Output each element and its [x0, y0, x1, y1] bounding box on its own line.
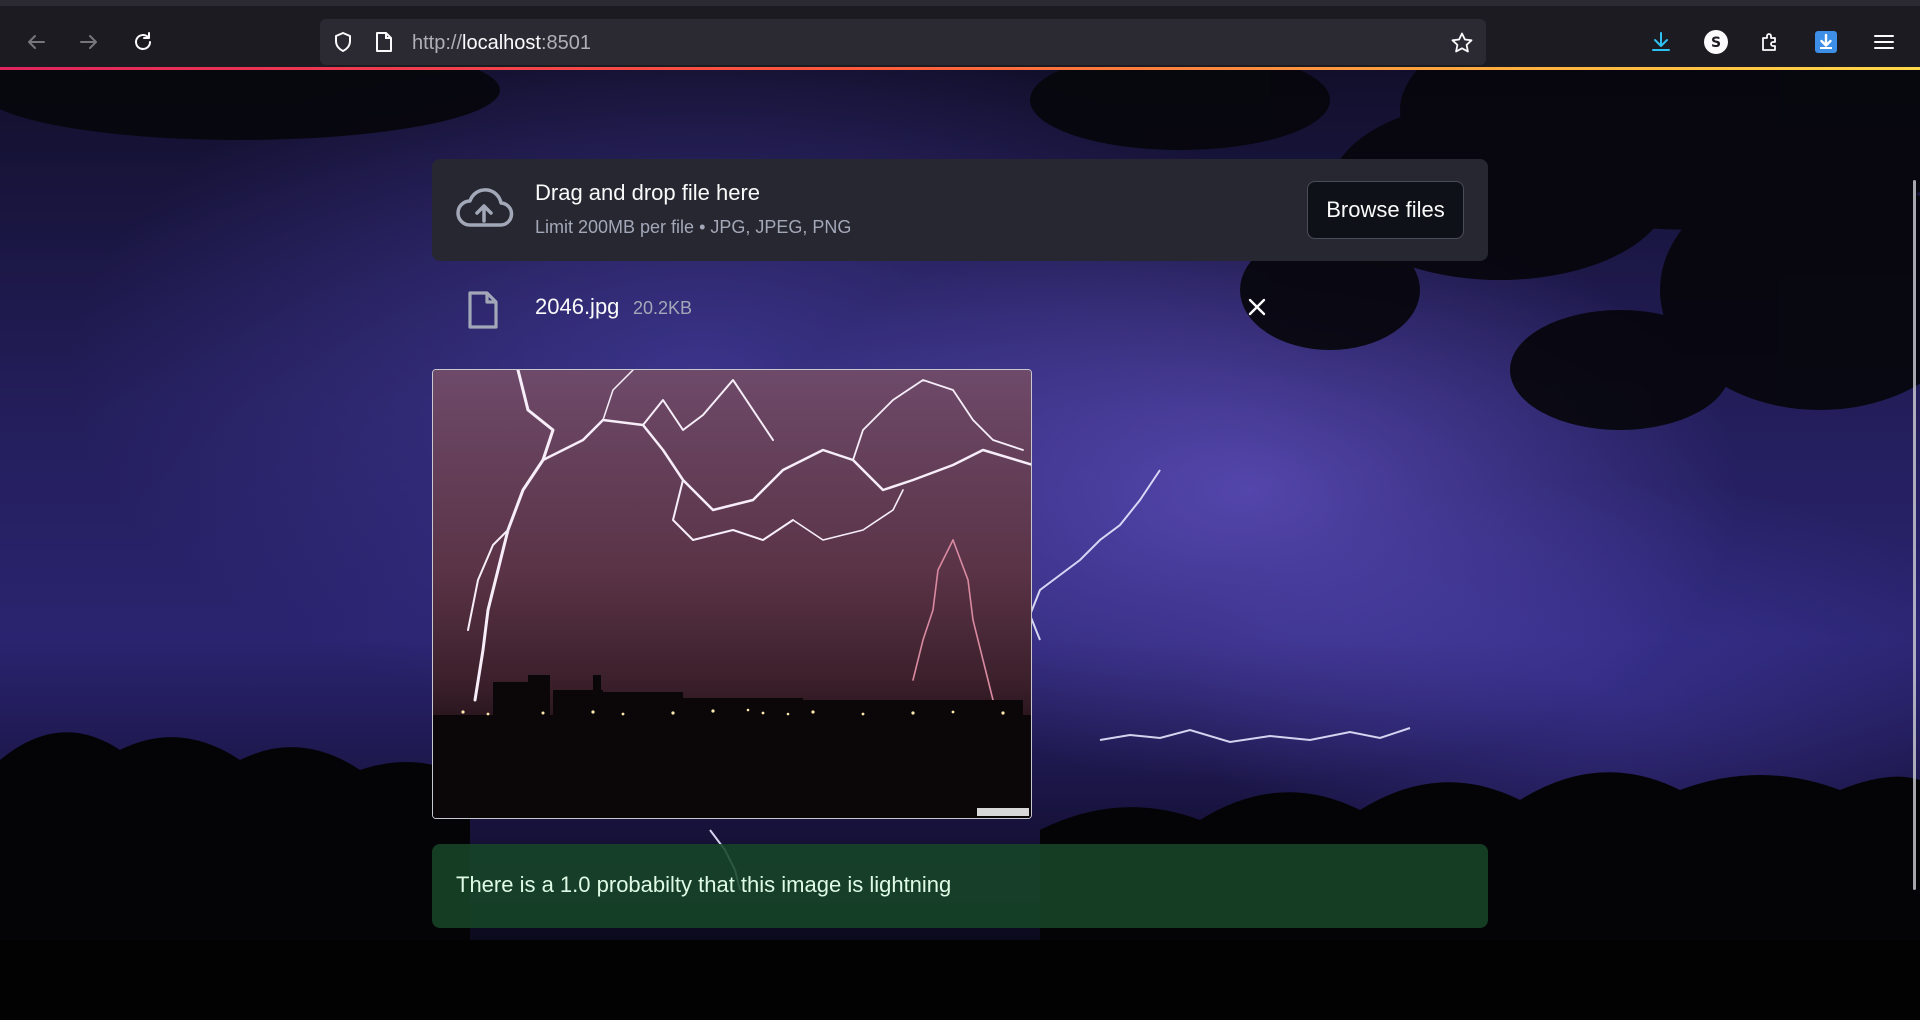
hamburger-menu-icon: [1874, 35, 1894, 49]
url-scheme: http://: [412, 32, 463, 54]
shield-icon[interactable]: [332, 31, 354, 58]
account-avatar-icon: S: [1704, 30, 1728, 54]
url-host: localhost: [462, 32, 541, 54]
prediction-message: There is a 1.0 probabilty that this imag…: [456, 872, 952, 897]
blue-download-icon: [1815, 31, 1837, 53]
file-name: 2046.jpg: [535, 294, 620, 319]
lightning-photo: [433, 370, 1031, 818]
close-icon: [1248, 298, 1266, 316]
download-icon: [1652, 32, 1670, 51]
url-port: :8501: [540, 32, 592, 54]
file-dropzone[interactable]: Drag and drop file here Limit 200MB per …: [432, 159, 1488, 261]
menu-button[interactable]: [1868, 26, 1900, 58]
reload-icon: [135, 32, 151, 50]
uploaded-file-row: 2046.jpg 20.2KB: [432, 282, 1488, 344]
bookmark-star-icon[interactable]: [1450, 31, 1474, 60]
prediction-success-alert: There is a 1.0 probabilty that this imag…: [432, 844, 1488, 928]
reload-button[interactable]: [125, 26, 161, 58]
forward-button[interactable]: [71, 26, 107, 58]
dropzone-title: Drag and drop file here: [535, 180, 761, 205]
url-bar[interactable]: http://localhost:8501: [320, 19, 1486, 65]
cloud-upload-icon: [456, 188, 514, 227]
uploaded-image-preview: [432, 369, 1032, 819]
downloads-button[interactable]: [1645, 26, 1677, 58]
app-page: Drag and drop file here Limit 200MB per …: [0, 70, 1920, 1020]
browser-toolbar: http://localhost:8501 S: [0, 0, 1920, 70]
arrow-right-icon: [80, 35, 97, 49]
browse-files-button[interactable]: Browse files: [1307, 181, 1464, 239]
arrow-left-icon: [28, 35, 45, 49]
image-watermark: [977, 808, 1029, 816]
extension-download-button[interactable]: [1810, 26, 1842, 58]
dropzone-limit-text: Limit 200MB per file • JPG, JPEG, PNG: [535, 217, 852, 237]
svg-text:S: S: [1711, 35, 1721, 51]
account-button[interactable]: S: [1700, 26, 1732, 58]
extensions-button[interactable]: [1754, 26, 1786, 58]
url-text[interactable]: http://localhost:8501: [412, 32, 591, 55]
scrollbar-thumb[interactable]: [1913, 180, 1916, 890]
back-button[interactable]: [18, 26, 54, 58]
file-icon: [468, 291, 498, 329]
page-icon[interactable]: [374, 31, 394, 58]
remove-file-button[interactable]: [1242, 292, 1272, 322]
puzzle-icon: [1762, 33, 1776, 51]
file-size: 20.2KB: [633, 298, 693, 318]
